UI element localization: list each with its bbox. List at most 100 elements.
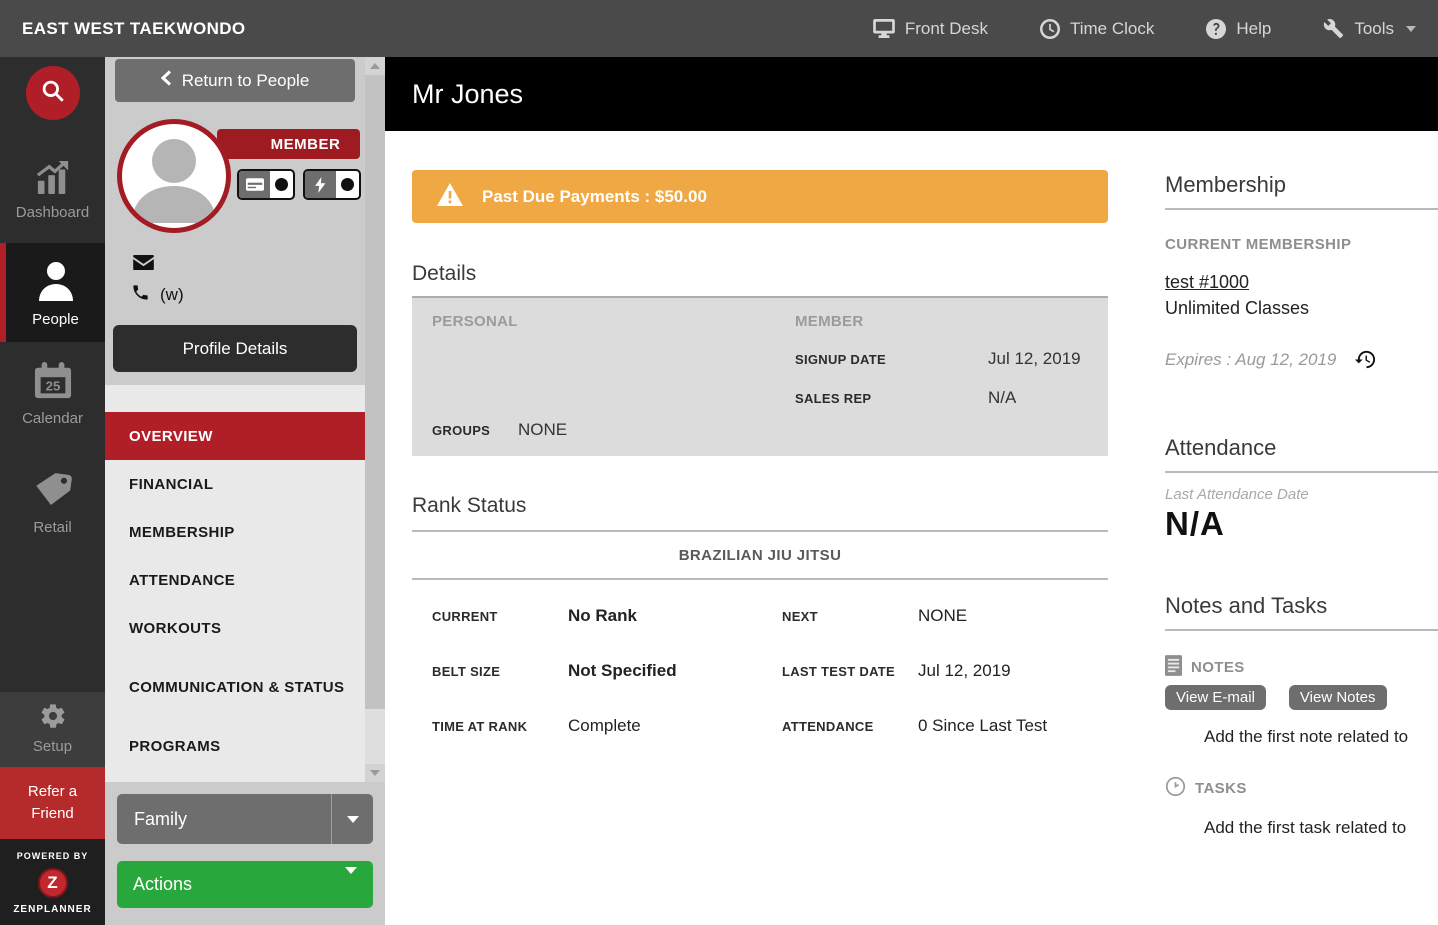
sales-rep-row: SALES REP N/A bbox=[795, 388, 1095, 408]
last-test-date-value: Jul 12, 2019 bbox=[918, 661, 1011, 681]
nav-time-clock[interactable]: Time Clock bbox=[1040, 19, 1154, 39]
status-toggles bbox=[237, 169, 361, 200]
current-rank-label: CURRENT bbox=[412, 609, 568, 624]
nav-help-label: Help bbox=[1236, 19, 1271, 39]
sidebar-spacer bbox=[0, 548, 105, 692]
past-due-alert[interactable]: Past Due Payments : $50.00 bbox=[412, 170, 1108, 223]
last-test-date-label: LAST TEST DATE bbox=[762, 664, 918, 679]
actions-dropdown[interactable]: Actions bbox=[117, 861, 373, 908]
tab-overview[interactable]: OVERVIEW bbox=[105, 412, 365, 460]
tab-programs[interactable]: PROGRAMS bbox=[105, 722, 365, 770]
search-button[interactable] bbox=[26, 66, 80, 120]
time-at-rank-value: Complete bbox=[568, 716, 762, 736]
family-dropdown[interactable]: Family bbox=[117, 794, 373, 844]
clock-icon bbox=[1040, 19, 1060, 39]
actions-dropdown-caret bbox=[345, 874, 357, 895]
view-notes-button[interactable]: View Notes bbox=[1289, 685, 1387, 710]
lightning-icon bbox=[305, 171, 336, 198]
billing-status-dot bbox=[270, 171, 293, 198]
billing-status-badge[interactable] bbox=[237, 169, 295, 200]
tag-icon bbox=[34, 471, 72, 513]
tab-workouts[interactable]: WORKOUTS bbox=[105, 604, 365, 652]
member-status-badge: MEMBER bbox=[217, 129, 360, 159]
membership-name-link[interactable]: test #1000 bbox=[1165, 272, 1249, 293]
details-section-heading: Details bbox=[412, 262, 1108, 286]
scrollbar-up-button[interactable] bbox=[365, 57, 385, 75]
nav-time-clock-label: Time Clock bbox=[1070, 19, 1154, 39]
signup-date-row: SIGNUP DATE Jul 12, 2019 bbox=[795, 349, 1095, 369]
page-header: Mr Jones bbox=[385, 57, 1438, 131]
sidebar-item-calendar[interactable]: 25 Calendar bbox=[0, 348, 105, 439]
autopay-status-dot bbox=[336, 171, 359, 198]
zenplanner-logo-letter: Z bbox=[47, 873, 57, 893]
belt-size-label: BELT SIZE bbox=[412, 664, 568, 679]
brand-title: EAST WEST TAEKWONDO bbox=[22, 19, 246, 39]
profile-sidebar-scroll-region: Return to People MEMBER bbox=[105, 57, 385, 782]
profile-nav: OVERVIEW FINANCIAL MEMBERSHIP ATTENDANCE… bbox=[105, 385, 365, 782]
profile-details-button[interactable]: Profile Details bbox=[113, 325, 357, 372]
email-row[interactable] bbox=[133, 255, 154, 275]
tab-financial[interactable]: FINANCIAL bbox=[105, 460, 365, 508]
phone-row[interactable]: (w) bbox=[131, 283, 184, 307]
details-box: PERSONAL MEMBER SIGNUP DATE Jul 12, 2019… bbox=[412, 296, 1108, 456]
divider bbox=[1165, 629, 1438, 631]
main-area: Mr Jones Past Due Payments : $50.00 Deta… bbox=[385, 57, 1438, 925]
refer-a-friend-button[interactable]: Refer a Friend bbox=[0, 767, 105, 839]
profile-sidebar-footer: Family Actions bbox=[105, 782, 385, 925]
rank-attendance-value: 0 Since Last Test bbox=[918, 716, 1047, 736]
avatar[interactable] bbox=[117, 119, 231, 233]
notes-header-row: NOTES bbox=[1165, 655, 1438, 680]
sidebar-scrollbar bbox=[365, 57, 385, 782]
past-due-alert-text: Past Due Payments : $50.00 bbox=[482, 187, 707, 207]
scroll-down-icon bbox=[370, 770, 380, 776]
attendance-heading: Attendance bbox=[1165, 435, 1438, 461]
sidebar-item-people-label: People bbox=[32, 311, 79, 328]
profile-sidebar-content: Return to People MEMBER bbox=[105, 57, 365, 782]
membership-type: Unlimited Classes bbox=[1165, 298, 1438, 319]
tab-attendance[interactable]: ATTENDANCE bbox=[105, 556, 365, 604]
profile-card: Return to People MEMBER bbox=[105, 57, 365, 372]
sidebar-item-people[interactable]: People bbox=[0, 243, 105, 342]
nav-help[interactable]: Help bbox=[1206, 19, 1271, 39]
current-membership-heading: CURRENT MEMBERSHIP bbox=[1165, 236, 1438, 253]
sidebar-item-setup-label: Setup bbox=[33, 738, 72, 755]
sidebar-item-retail-label: Retail bbox=[33, 519, 71, 536]
zenplanner-label: ZENPLANNER bbox=[0, 904, 105, 915]
scrollbar-down-button[interactable] bbox=[365, 764, 385, 782]
autopay-status-badge[interactable] bbox=[303, 169, 361, 200]
membership-expires-row: Expires : Aug 12, 2019 bbox=[1165, 348, 1438, 371]
nav-front-desk-label: Front Desk bbox=[905, 19, 988, 39]
rank-status-heading: Rank Status bbox=[412, 494, 1108, 518]
person-icon bbox=[36, 259, 76, 305]
return-to-people-button[interactable]: Return to People bbox=[115, 59, 355, 102]
next-rank-value: NONE bbox=[918, 606, 967, 626]
scrollbar-track[interactable] bbox=[365, 75, 385, 764]
rank-row-current: CURRENT No Rank NEXT NONE bbox=[412, 606, 1108, 661]
phone-icon bbox=[131, 283, 150, 307]
tab-communication-status[interactable]: COMMUNICATION & STATUS bbox=[105, 652, 365, 722]
tasks-heading: TASKS bbox=[1195, 780, 1247, 797]
notes-buttons: View E-mail View Notes bbox=[1165, 685, 1438, 710]
rank-row-belt: BELT SIZE Not Specified LAST TEST DATE J… bbox=[412, 661, 1108, 716]
tab-membership[interactable]: MEMBERSHIP bbox=[105, 508, 365, 556]
scrollbar-thumb[interactable] bbox=[365, 75, 385, 709]
sidebar-item-dashboard[interactable]: Dashboard bbox=[0, 146, 105, 233]
history-icon[interactable] bbox=[1354, 348, 1377, 371]
wrench-icon bbox=[1323, 18, 1344, 39]
sidebar-item-dashboard-label: Dashboard bbox=[16, 204, 89, 221]
profile-details-label: Profile Details bbox=[183, 339, 288, 359]
view-email-button[interactable]: View E-mail bbox=[1165, 685, 1266, 710]
family-dropdown-caret[interactable] bbox=[331, 794, 373, 844]
sidebar-item-retail[interactable]: Retail bbox=[0, 457, 105, 548]
profile-sidebar: Return to People MEMBER bbox=[105, 57, 385, 925]
page-title: Mr Jones bbox=[412, 79, 523, 110]
nav-front-desk[interactable]: Front Desk bbox=[873, 19, 988, 39]
membership-heading: Membership bbox=[1165, 172, 1438, 198]
membership-expires-text: Expires : Aug 12, 2019 bbox=[1165, 350, 1336, 370]
gear-icon bbox=[39, 702, 67, 734]
sidebar-item-setup[interactable]: Setup bbox=[0, 692, 105, 767]
zenplanner-logo-icon[interactable]: Z bbox=[38, 868, 68, 898]
main-column: Past Due Payments : $50.00 Details PERSO… bbox=[412, 170, 1108, 925]
notes-empty-text: Add the first note related to bbox=[1165, 727, 1438, 747]
nav-tools[interactable]: Tools bbox=[1323, 18, 1416, 39]
